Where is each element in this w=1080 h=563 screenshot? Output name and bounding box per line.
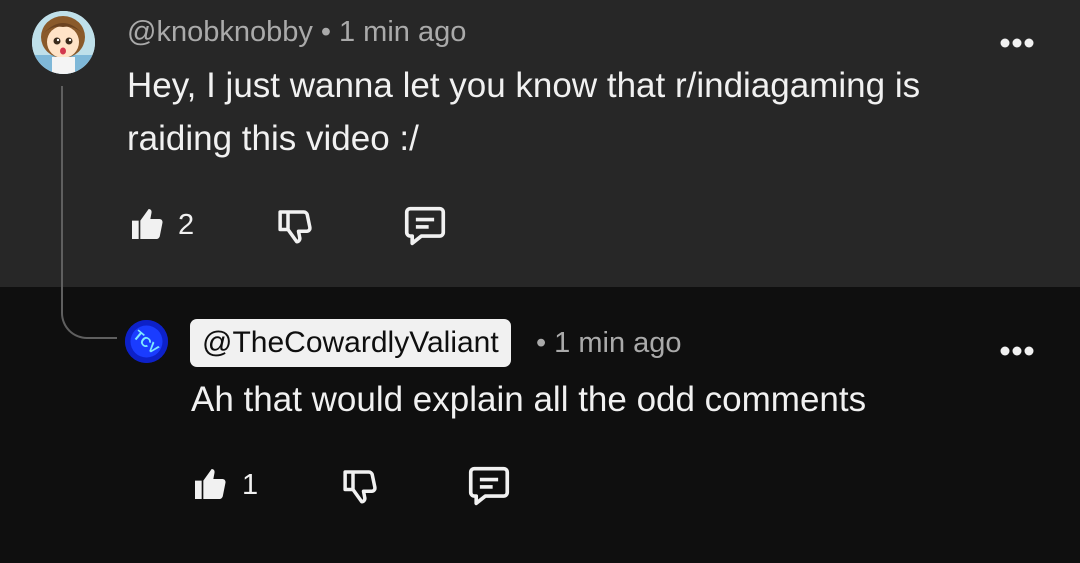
meta-separator: • bbox=[320, 16, 331, 48]
reply-text: Ah that would explain all the odd commen… bbox=[191, 380, 867, 419]
reply-comment-icon bbox=[468, 466, 510, 506]
thumbs-up-icon bbox=[195, 469, 226, 499]
anime-girl-avatar-icon bbox=[32, 11, 95, 74]
reply-comment-icon bbox=[404, 206, 446, 246]
comment-text: Hey, I just wanna let you know that r/in… bbox=[127, 59, 920, 165]
dislike-button[interactable] bbox=[339, 465, 381, 512]
reply-author: @TheCowardlyValiant bbox=[202, 326, 499, 359]
thumbs-down-icon bbox=[343, 470, 377, 504]
reply-button[interactable] bbox=[467, 465, 511, 512]
more-options-icon[interactable] bbox=[999, 36, 1035, 48]
like-count: 2 bbox=[178, 209, 195, 241]
avatar[interactable]: TCV bbox=[125, 320, 168, 363]
comment-text-line: Hey, I just wanna let you know that r/in… bbox=[127, 66, 921, 105]
reply-time[interactable]: 1 min ago bbox=[554, 327, 681, 359]
comment-author[interactable]: @knobknobby bbox=[127, 16, 313, 48]
reply-button[interactable] bbox=[403, 205, 447, 252]
thread-connector-line bbox=[61, 86, 117, 339]
more-options-icon[interactable] bbox=[999, 344, 1035, 356]
dislike-button[interactable] bbox=[274, 205, 316, 252]
like-button[interactable] bbox=[190, 464, 230, 509]
reply-meta: • 1 min ago bbox=[536, 327, 682, 360]
thumbs-up-icon bbox=[132, 209, 163, 239]
thumbs-down-icon bbox=[278, 210, 312, 244]
comment-meta: @knobknobby • 1 min ago bbox=[127, 16, 466, 49]
like-count: 1 bbox=[242, 469, 259, 501]
avatar[interactable] bbox=[32, 11, 95, 74]
meta-separator: • bbox=[536, 327, 547, 359]
reply-author-highlight[interactable]: @TheCowardlyValiant bbox=[190, 319, 511, 367]
tcv-logo-avatar-icon: TCV bbox=[125, 320, 168, 363]
comment-time[interactable]: 1 min ago bbox=[339, 16, 466, 48]
like-button[interactable] bbox=[127, 204, 167, 249]
comment-text-line: raiding this video :/ bbox=[127, 119, 419, 158]
